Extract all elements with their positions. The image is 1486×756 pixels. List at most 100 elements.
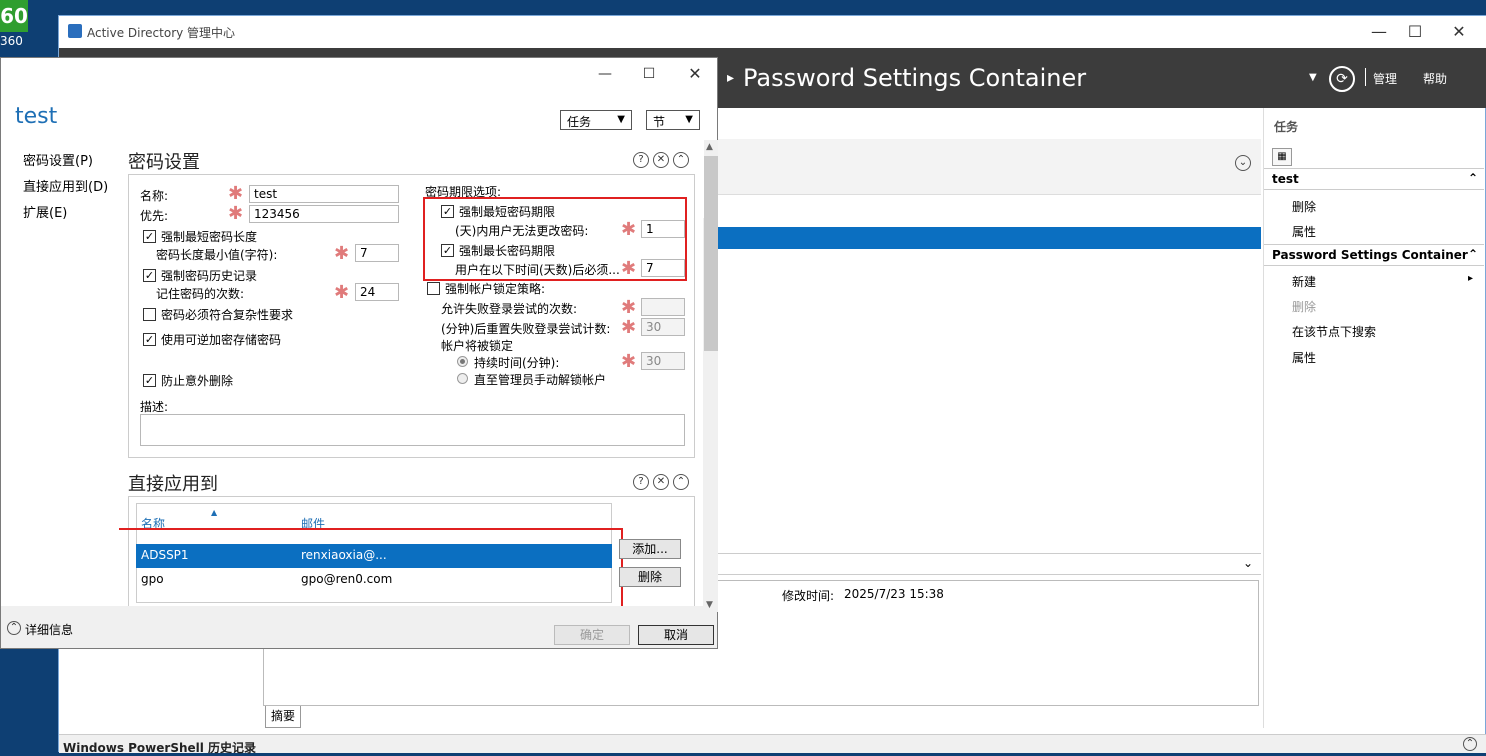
history-enforce-label: 强制密码历史记录 xyxy=(161,269,258,283)
history-checkbox[interactable]: ✓ xyxy=(143,269,156,282)
protect-delete-checkbox[interactable]: ✓ xyxy=(143,374,156,387)
manage-menu[interactable]: 管理 xyxy=(1373,70,1397,87)
tasks-dropdown[interactable]: 任务 ▼ xyxy=(560,110,632,130)
scrollbar-thumb[interactable] xyxy=(704,156,718,351)
details-toggle-label[interactable]: 详细信息 xyxy=(25,621,73,638)
reversible-checkbox[interactable]: ✓ xyxy=(143,333,156,346)
modified-value: 2025/7/23 15:38 xyxy=(844,587,944,601)
pso-dialog: — ☐ ✕ test 任务 ▼ 节 ▼ 密码设置(P) 直接应用到(D) 扩展(… xyxy=(0,57,718,649)
required-star-icon: ✱ xyxy=(621,351,637,372)
main-title-bar: Active Directory 管理中心 — ☐ ✕ xyxy=(59,16,1486,48)
lockout-manual-label: 直至管理员手动解锁帐户 xyxy=(474,373,607,387)
dialog-close-icon[interactable]: ✕ xyxy=(675,62,715,86)
required-star-icon: ✱ xyxy=(334,243,350,264)
lockout-reset-label: (分钟)后重置失败登录尝试计数: xyxy=(441,322,611,336)
collapse-chevron-icon[interactable]: ⌄ xyxy=(1235,155,1251,171)
required-star-icon: ✱ xyxy=(228,203,244,224)
complexity-label: 密码必须符合复杂性要求 xyxy=(161,308,294,322)
minimize-icon[interactable]: — xyxy=(1359,20,1399,44)
breadcrumb[interactable]: Password Settings Container xyxy=(743,64,1086,92)
history-label: 记住密码的次数: xyxy=(156,287,245,301)
maximize-icon[interactable]: ☐ xyxy=(1395,20,1435,44)
tab-summary[interactable]: 摘要 xyxy=(265,706,301,728)
scroll-down-icon[interactable]: ▼ xyxy=(706,600,713,610)
dropdown-arrow-icon: ▼ xyxy=(617,114,625,125)
dialog-maximize-icon[interactable]: ☐ xyxy=(629,62,669,86)
sections-dropdown[interactable]: 节 ▼ xyxy=(646,110,700,130)
task-pane-header: 任务 xyxy=(1274,120,1299,134)
description-input[interactable] xyxy=(140,414,685,446)
close-section-icon[interactable]: ✕ xyxy=(653,152,669,168)
expand-chevron-icon[interactable]: ⌃ xyxy=(1463,737,1477,751)
close-section-icon[interactable]: ✕ xyxy=(653,474,669,490)
ok-button[interactable]: 确定 xyxy=(554,625,630,645)
task-delete-disabled: 删除 xyxy=(1292,300,1317,314)
dialog-title: test xyxy=(15,104,58,129)
min-length-checkbox[interactable]: ✓ xyxy=(143,230,156,243)
main-window-title: Active Directory 管理中心 xyxy=(87,26,236,40)
remove-button[interactable]: 删除 xyxy=(619,567,681,587)
help-icon[interactable]: ? xyxy=(633,152,649,168)
lockout-duration-input: 30 xyxy=(641,352,685,370)
refresh-icon[interactable]: ⟳ xyxy=(1329,66,1355,92)
add-button[interactable]: 添加... xyxy=(619,539,681,559)
scroll-up-icon[interactable]: ▲ xyxy=(706,142,713,152)
powershell-history-bar[interactable]: Windows PowerShell 历史记录 ⌃ xyxy=(59,734,1486,755)
required-star-icon: ✱ xyxy=(621,317,637,338)
manual-unlock-radio xyxy=(457,373,468,384)
lockout-attempts-label: 允许失败登录尝试的次数: xyxy=(441,302,578,316)
cancel-button[interactable]: 取消 xyxy=(638,625,714,645)
task-section-psc[interactable]: Password Settings Container ⌃ xyxy=(1264,244,1484,266)
nav-password-settings[interactable]: 密码设置(P) xyxy=(23,150,93,169)
min-length-enforce-label: 强制最短密码长度 xyxy=(161,230,258,244)
lockout-checkbox[interactable] xyxy=(427,282,440,295)
required-star-icon: ✱ xyxy=(621,297,637,318)
lockout-duration-label: 持续时间(分钟): xyxy=(474,356,560,370)
detail-chevron-icon[interactable]: ⌄ xyxy=(1243,556,1253,570)
task-section-title: test xyxy=(1272,172,1299,186)
clipboard-icon[interactable]: ▦ xyxy=(1272,148,1292,166)
details-toggle-icon[interactable]: ⌃ xyxy=(7,621,21,635)
required-star-icon: ✱ xyxy=(228,183,244,204)
nav-directly-applies[interactable]: 直接应用到(D) xyxy=(23,176,108,195)
close-icon[interactable]: ✕ xyxy=(1439,20,1479,44)
dialog-minimize-icon[interactable]: — xyxy=(585,62,625,86)
highlight-box-age xyxy=(423,197,687,281)
task-section-title: Password Settings Container xyxy=(1272,248,1468,262)
desktop-360-icon[interactable]: 60 xyxy=(0,0,28,32)
task-search-under-node[interactable]: 在该节点下搜索 xyxy=(1292,323,1376,340)
history-dropdown-icon[interactable]: ▼ xyxy=(1309,72,1317,83)
required-star-icon: ✱ xyxy=(334,282,350,303)
task-properties-psc[interactable]: 属性 xyxy=(1292,349,1316,366)
desktop-360-label: 360 xyxy=(0,34,23,48)
help-menu[interactable]: 帮助 xyxy=(1423,70,1447,87)
chevron-up-icon[interactable]: ⌃ xyxy=(1468,247,1478,261)
sections-dropdown-label: 节 xyxy=(653,115,666,129)
powershell-history-title: Windows PowerShell 历史记录 xyxy=(63,741,257,755)
nav-extensions[interactable]: 扩展(E) xyxy=(23,202,67,221)
duration-radio xyxy=(457,356,468,367)
tasks-dropdown-label: 任务 xyxy=(567,115,592,129)
lockout-will-label: 帐户将被锁定 xyxy=(441,339,514,353)
name-input[interactable]: test xyxy=(249,185,399,203)
sort-arrow-icon: ▲ xyxy=(211,508,218,517)
task-new[interactable]: 新建 xyxy=(1292,273,1316,290)
task-delete[interactable]: 删除 xyxy=(1292,198,1316,215)
highlight-box-applies xyxy=(119,528,623,606)
applies-to-title: 直接应用到 xyxy=(128,474,218,495)
modified-label: 修改时间: xyxy=(782,589,835,603)
description-label: 描述: xyxy=(140,400,169,414)
chevron-up-icon[interactable]: ⌃ xyxy=(1468,171,1478,185)
collapse-section-icon[interactable]: ⌃ xyxy=(673,152,689,168)
dialog-left-nav: 密码设置(P) 直接应用到(D) 扩展(E) xyxy=(1,136,119,606)
collapse-section-icon[interactable]: ⌃ xyxy=(673,474,689,490)
complexity-checkbox[interactable] xyxy=(143,308,156,321)
history-input[interactable]: 24 xyxy=(355,283,399,301)
help-icon[interactable]: ? xyxy=(633,474,649,490)
task-section-test[interactable]: test ⌃ xyxy=(1264,168,1484,190)
min-length-label: 密码长度最小值(字符): xyxy=(156,248,278,262)
reversible-label: 使用可逆加密存储密码 xyxy=(161,333,282,347)
priority-input[interactable]: 123456 xyxy=(249,205,399,223)
min-length-input[interactable]: 7 xyxy=(355,244,399,262)
task-properties[interactable]: 属性 xyxy=(1292,223,1316,240)
